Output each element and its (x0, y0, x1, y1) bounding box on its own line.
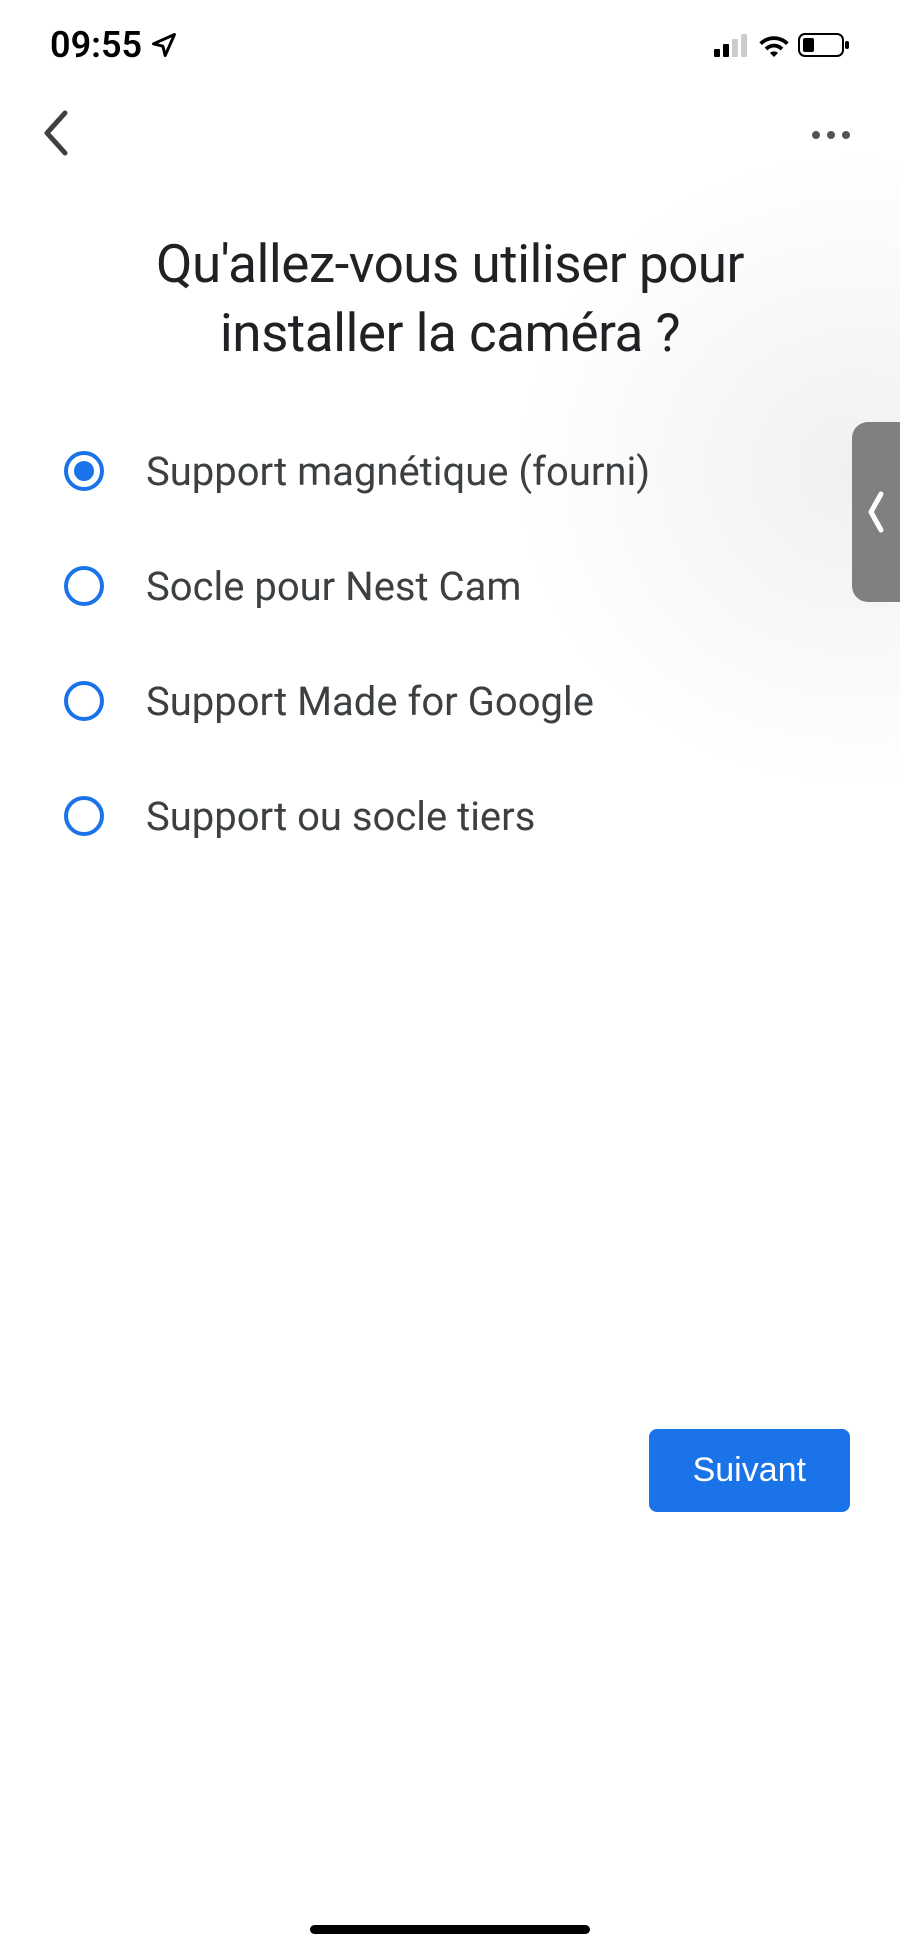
wifi-icon (758, 33, 790, 57)
option-label: Support ou socle tiers (146, 793, 535, 840)
chevron-left-icon (40, 108, 70, 158)
cellular-icon (714, 33, 750, 57)
option-made-for-google[interactable]: Support Made for Google (64, 678, 836, 725)
more-dot-icon (827, 131, 835, 139)
radio-unselected-icon (64, 796, 104, 836)
option-nest-cam-stand[interactable]: Socle pour Nest Cam (64, 563, 836, 610)
options-list: Support magnétique (fourni) Socle pour N… (64, 448, 836, 840)
option-label: Socle pour Nest Cam (146, 563, 521, 610)
more-dot-icon (842, 131, 850, 139)
page-title: Qu'allez-vous utiliser pour installer la… (64, 230, 836, 368)
option-third-party[interactable]: Support ou socle tiers (64, 793, 836, 840)
location-icon (150, 31, 178, 59)
option-magnetic-mount[interactable]: Support magnétique (fourni) (64, 448, 836, 495)
next-button[interactable]: Suivant (649, 1429, 850, 1512)
battery-icon (798, 33, 850, 57)
status-left: 09:55 (50, 24, 178, 66)
side-tab[interactable] (852, 422, 900, 602)
radio-unselected-icon (64, 681, 104, 721)
content-area: Qu'allez-vous utiliser pour installer la… (0, 190, 900, 880)
option-label: Support Made for Google (146, 678, 594, 725)
status-time: 09:55 (50, 24, 142, 66)
home-indicator[interactable] (310, 1925, 590, 1934)
radio-unselected-icon (64, 566, 104, 606)
more-dot-icon (812, 131, 820, 139)
option-label: Support magnétique (fourni) (146, 448, 650, 495)
status-right (714, 33, 850, 57)
more-button[interactable] (802, 121, 860, 149)
status-bar: 09:55 (0, 0, 900, 80)
nav-bar (0, 80, 900, 190)
radio-selected-icon (64, 451, 104, 491)
chevron-left-icon (866, 489, 886, 535)
back-button[interactable] (40, 108, 70, 162)
